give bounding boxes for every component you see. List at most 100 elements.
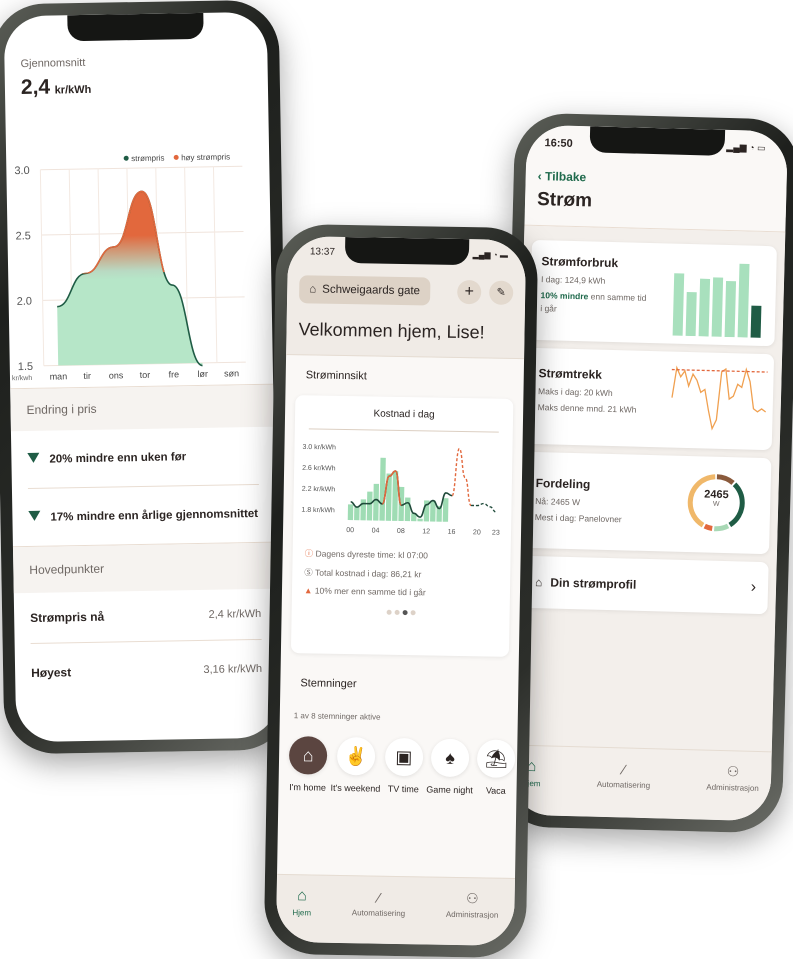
pager-dot[interactable]	[386, 609, 392, 615]
back-link[interactable]: ‹ Tilbake	[538, 169, 775, 189]
tab-bar: ⌂ Hjem ⁄ Automatisering ⚇ Administrasjon	[275, 873, 516, 947]
notch	[589, 126, 726, 156]
mood-item[interactable]: ⛱ Vaca	[477, 739, 516, 796]
cost-card[interactable]: Kostnad i dag 3.0 kr/kWh 2.6 kr/kWh 2.2 kr…	[290, 395, 514, 657]
legend-dot	[173, 154, 179, 160]
plus-icon: +	[464, 283, 475, 301]
highlight-value: 3,16 kr/kWh	[203, 662, 263, 676]
legend-label: høy strømpris	[181, 152, 230, 162]
x-tick-label: 20	[473, 529, 481, 536]
mood-label: Game night	[426, 784, 473, 796]
highlight-label: Høyest	[31, 665, 72, 680]
triangle-up-icon: ▲	[303, 585, 313, 596]
tab-label: Hjem	[292, 907, 312, 917]
moods-title: Stemninger	[300, 677, 357, 691]
draw-line-chart	[671, 365, 768, 431]
insight-title: Strøminnsikt	[305, 369, 367, 383]
usage-bar	[360, 499, 367, 521]
welcome-title: Velkommen hjem, Lise!	[298, 319, 485, 343]
down-triangle-icon	[28, 510, 41, 521]
x-tick-label: 00	[346, 527, 354, 534]
x-tick-label: 08	[397, 528, 405, 535]
status-time: 13:37	[309, 246, 336, 258]
usage-bar	[366, 491, 373, 521]
status-icons: ▂▄▆ ◔ ▭	[726, 141, 766, 153]
usage-bar	[373, 483, 380, 521]
usage-bar	[354, 507, 360, 521]
pager-dot[interactable]	[394, 609, 400, 616]
x-tick-label: søn	[224, 368, 239, 378]
usage-bar	[672, 273, 685, 336]
profile-button[interactable]: ⌂ Din strømprofil ›	[522, 555, 769, 615]
fact-text: 10% mer enn samme tid i går	[314, 585, 426, 598]
mood-item[interactable]: ▣ TV time	[384, 737, 424, 795]
tab-label: Administrasjon	[706, 782, 759, 793]
x-tick-label: man	[50, 371, 68, 381]
highlight-row: Strømpris nå 2,4 kr/kWh	[14, 589, 278, 644]
tab-label: Administrasjon	[445, 909, 499, 920]
mood-item[interactable]: ♠ Game night	[426, 738, 474, 795]
avg-value: 2,4	[20, 75, 51, 100]
forecast-line	[470, 502, 497, 513]
mood-item[interactable]: ✌ It's weekend	[330, 736, 381, 794]
mood-label: Vaca	[485, 785, 506, 796]
cards-icon: ♠	[430, 738, 470, 778]
daily-cost-chart: 3.0 kr/kWh 2.6 kr/kWh 2.2 kr/kWh 1.8 kr/kWh…	[301, 444, 500, 537]
tab-automation[interactable]: ⁄ Automatisering	[352, 889, 406, 917]
avg-label: Gjennomsnitt	[20, 56, 86, 71]
usage-bar	[750, 305, 762, 338]
usage-bar	[430, 500, 436, 522]
fact-item: ▲ 10% mer enn samme tid i går	[304, 582, 502, 604]
page-title: Strøm	[536, 188, 593, 212]
usage-bar	[404, 497, 411, 522]
address-selector[interactable]: ⌂ Schweigaards gate	[299, 275, 431, 306]
moods-row: ⌂ I'm home ✌ It's weekend ▣ TV time ♠ Game nigh…	[288, 736, 516, 796]
tab-home[interactable]: ⌂ Hjem	[292, 887, 311, 917]
right-phone: 16:50 ▂▄▆ ◔ ▭ ‹ Tilbake Strøm Strømforbr…	[496, 112, 793, 834]
tab-admin[interactable]: ⚇ Administrasjon	[446, 890, 499, 920]
forecast-high-line	[451, 447, 472, 507]
profile-label: ⌂ Din strømprofil	[535, 575, 637, 592]
add-button[interactable]: +	[457, 279, 482, 305]
avg-unit: kr/kWh	[54, 83, 92, 97]
tab-automation[interactable]: ⁄ Automatisering	[596, 760, 651, 790]
y-tick-label: 1.5	[18, 361, 34, 373]
home-icon: ⌂	[297, 886, 307, 904]
donut-center: 2465 W	[684, 488, 748, 509]
x-tick-label: ons	[109, 370, 124, 380]
mood-item[interactable]: ⌂ I'm home	[288, 736, 328, 793]
draw-line	[671, 365, 767, 431]
usage-card[interactable]: Strømforbruk I dag: 124,9 kWh 10% mindre…	[529, 239, 777, 347]
x-tick-label: tir	[83, 371, 91, 381]
y-tick-label: 3.0 kr/kWh	[302, 444, 336, 452]
tab-bar: ⌂ Hjem ⁄ Automatisering ⚇ Administrasjon	[509, 744, 772, 822]
mood-label: It's weekend	[330, 782, 381, 794]
max-line	[671, 368, 768, 373]
magic-wand-icon: ⁄	[377, 889, 381, 906]
y-tick-label: 2.2 kr/kWh	[302, 486, 336, 494]
draw-card[interactable]: Strømtrekk Maks i dag: 20 kWh Maks denne…	[526, 347, 775, 451]
distribution-card[interactable]: Fordeling Nå: 2465 W Mest i dag: Panelov…	[524, 451, 772, 555]
notch	[66, 12, 204, 42]
notch	[344, 236, 470, 266]
x-tick-label: 23	[492, 530, 500, 537]
y-tick-label: 2.6 kr/kWh	[302, 465, 336, 473]
usage-bar	[737, 263, 750, 338]
pager-dot[interactable]	[410, 610, 416, 616]
edit-button[interactable]: ✎	[489, 280, 514, 305]
highlights-title: Hovedpunkter	[12, 542, 277, 594]
facts-list: ⓘ Dagens dyreste time: kl 07:00 Ⓢ Total …	[300, 544, 503, 604]
pager[interactable]	[300, 608, 502, 617]
tab-label: Automatisering	[596, 779, 651, 790]
moods-status: 1 av 8 stemninger aktive	[293, 711, 381, 722]
change-title: Endring i pris	[10, 384, 274, 432]
home-person-icon: ⌂	[288, 736, 328, 775]
pager-dot[interactable]	[402, 610, 408, 616]
y-tick-label: 2.5	[15, 230, 31, 242]
fact-text: Dagens dyreste time: kl 07:00	[315, 548, 429, 561]
tab-admin[interactable]: ⚇ Administrasjon	[706, 763, 759, 793]
mood-label: I'm home	[289, 782, 327, 793]
tv-icon: ▣	[384, 737, 424, 777]
legend-label: strømpris	[131, 154, 164, 164]
beach-icon: ⛱	[477, 739, 516, 779]
